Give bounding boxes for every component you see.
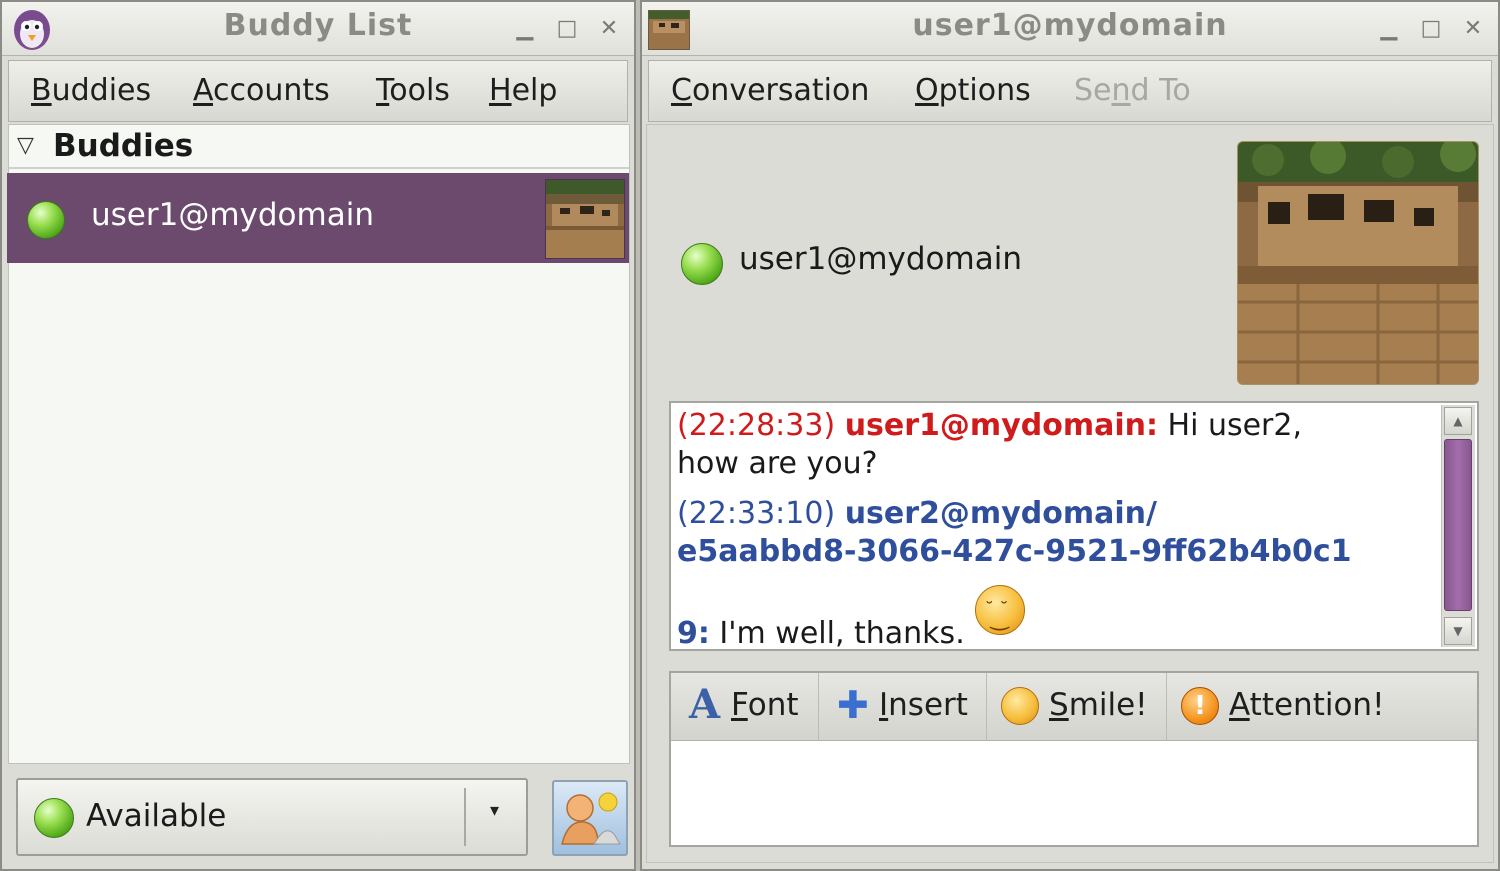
font-button[interactable]: A Font — [671, 673, 819, 741]
status-bar: Available ▾ — [8, 768, 630, 868]
menu-label: ptions — [938, 73, 1031, 108]
font-icon: A — [689, 681, 721, 728]
menu-label: onversation — [691, 73, 870, 108]
menu-send-to: Send To — [1074, 73, 1191, 108]
menu-mnemonic: B — [31, 73, 52, 108]
scroll-up-arrow-icon[interactable]: ▲ — [1444, 407, 1472, 435]
menu-accounts[interactable]: Accounts — [193, 73, 330, 108]
conversation-window: user1@mydomain ▁ □ ✕ Conversation Option… — [640, 0, 1500, 871]
chevron-down-icon: ▾ — [490, 800, 500, 821]
message-timestamp: (22:28:33) — [677, 408, 836, 443]
menu-tools[interactable]: Tools — [376, 73, 450, 108]
menu-label: ccounts — [213, 73, 330, 108]
contact-name: user1@mydomain — [739, 241, 1022, 277]
menu-mnemonic: A — [193, 73, 213, 108]
attention-button[interactable]: ! Attention! — [1167, 673, 1407, 741]
smiley-icon — [1001, 687, 1039, 725]
maximize-button[interactable]: □ — [552, 12, 582, 46]
buddy-name: user1@mydomain — [91, 197, 374, 233]
message-composer[interactable]: A Font ✚ Insert Smile! ! Attention! — [669, 671, 1479, 847]
menu-label-pre: Se — [1074, 73, 1112, 108]
user-avatar-icon — [561, 792, 621, 845]
label-rest: mile! — [1068, 687, 1148, 723]
menu-conversation[interactable]: Conversation — [671, 73, 869, 108]
minimize-button[interactable]: ▁ — [1374, 12, 1404, 46]
scrollbar-thumb[interactable] — [1444, 439, 1472, 611]
message-text: Hi user2, — [1167, 408, 1303, 443]
message-text-continued: how are you? — [677, 446, 878, 481]
plus-icon: ✚ — [837, 683, 869, 727]
message-timestamp: (22:33:10) — [677, 496, 836, 531]
window-title: user1@mydomain — [912, 8, 1228, 43]
conversation-pane: user1@mydomain (22:28:33) user1@mydomain… — [646, 124, 1494, 863]
message-sender-resource: e5aabbd8-3066-427c-9521-9ff62b4b0c1 — [677, 534, 1352, 569]
available-status-icon — [27, 201, 65, 239]
mnemonic: S — [1049, 687, 1069, 723]
message-item: (22:28:33) user1@mydomain: Hi user2, how… — [677, 407, 1427, 483]
label-rest: ont — [747, 687, 799, 723]
mnemonic: I — [879, 687, 889, 723]
message-text: I'm well, thanks. — [719, 616, 965, 651]
conversation-titlebar[interactable]: user1@mydomain ▁ □ ✕ — [642, 2, 1498, 56]
smile-button-label: Smile! — [1049, 687, 1148, 723]
attention-button-label: Attention! — [1229, 687, 1385, 723]
status-value: Available — [86, 798, 227, 834]
menu-label: ools — [389, 73, 450, 108]
menu-mnemonic: T — [376, 73, 390, 108]
label-rest: nsert — [888, 687, 968, 723]
buddy-icon-selector-button[interactable] — [552, 780, 628, 856]
menu-help[interactable]: Help — [489, 73, 557, 108]
smile-button[interactable]: Smile! — [987, 673, 1167, 741]
dropdown-separator — [464, 788, 466, 846]
message-sender: user2@mydomain/ — [844, 496, 1157, 531]
close-button[interactable]: ✕ — [1458, 12, 1488, 46]
menu-mnemonic: C — [671, 73, 692, 108]
message-sender: user1@mydomain: — [844, 408, 1158, 443]
scroll-down-arrow-icon[interactable]: ▼ — [1444, 617, 1472, 645]
message-input[interactable] — [671, 741, 1477, 845]
buddy-list-window: Buddy List ▁ □ ✕ Buddies Accounts Tools … — [0, 0, 636, 871]
menu-label: uddies — [51, 73, 152, 108]
group-name: Buddies — [53, 128, 194, 164]
menu-mnemonic: H — [489, 73, 512, 108]
smiley-emoticon-icon — [974, 585, 1025, 638]
menu-options[interactable]: Options — [915, 73, 1031, 108]
buddy-list-menubar: Buddies Accounts Tools Help — [8, 60, 628, 122]
insert-button[interactable]: ✚ Insert — [819, 673, 987, 741]
menu-label-post: d To — [1130, 73, 1191, 108]
message-item: (22:33:10) user2@mydomain/ e5aabbd8-3066… — [677, 495, 1427, 571]
buddy-row[interactable]: user1@mydomain — [7, 173, 629, 263]
label-rest: ttention! — [1249, 687, 1385, 723]
buddy-photo — [1237, 141, 1479, 385]
message-sender-resource-end: 9: — [677, 616, 710, 651]
mnemonic: A — [1229, 687, 1250, 723]
close-button[interactable]: ✕ — [594, 12, 624, 46]
format-toolbar: A Font ✚ Insert Smile! ! Attention! — [671, 673, 1477, 741]
menu-mnemonic: O — [915, 73, 939, 108]
message-item-continued: 9: I'm well, thanks. — [677, 585, 1427, 653]
buddy-tree[interactable]: ▽ Buddies user1@mydomain — [7, 124, 630, 764]
menu-label: elp — [511, 73, 558, 108]
conversation-menubar: Conversation Options Send To — [648, 60, 1492, 122]
message-history[interactable]: (22:28:33) user1@mydomain: Hi user2, how… — [669, 401, 1479, 651]
mnemonic: F — [731, 687, 748, 723]
available-status-icon — [34, 798, 74, 838]
minimize-button[interactable]: ▁ — [510, 12, 540, 46]
buddy-list-titlebar[interactable]: Buddy List ▁ □ ✕ — [2, 2, 634, 56]
available-status-icon — [681, 243, 723, 285]
history-scrollbar[interactable]: ▲ ▼ — [1441, 405, 1475, 647]
menu-mnemonic: n — [1111, 73, 1131, 108]
attention-icon: ! — [1181, 687, 1219, 725]
status-dropdown[interactable]: Available ▾ — [16, 778, 528, 856]
group-row-buddies[interactable]: ▽ Buddies — [9, 125, 629, 169]
expander-icon[interactable]: ▽ — [17, 133, 34, 158]
font-button-label: Font — [731, 687, 799, 723]
menu-buddies[interactable]: Buddies — [31, 73, 151, 108]
insert-button-label: Insert — [879, 687, 968, 723]
buddy-icon — [545, 179, 625, 259]
maximize-button[interactable]: □ — [1416, 12, 1446, 46]
